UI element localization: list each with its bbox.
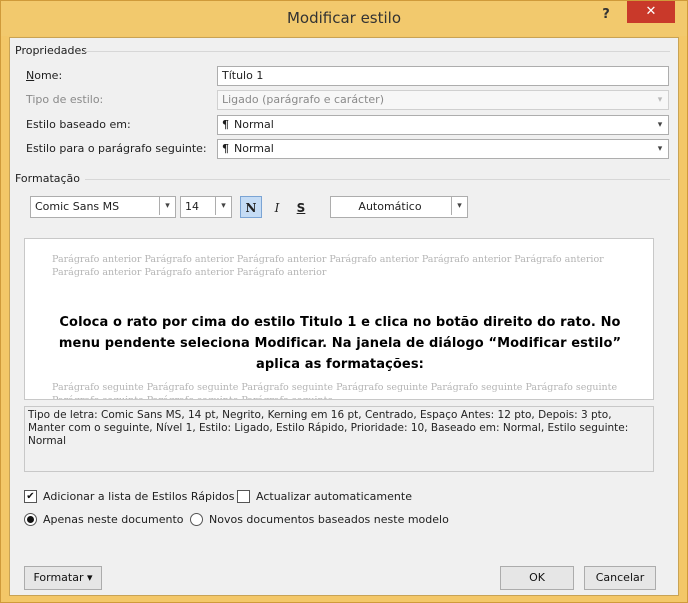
underline-button[interactable]: S: [290, 196, 312, 218]
format-menu-button[interactable]: Formatar ▾: [24, 566, 102, 590]
font-color-select[interactable]: Automático ▾: [330, 196, 468, 218]
radio-selected-dot: [27, 516, 34, 523]
chevron-down-icon: ▾: [215, 197, 231, 215]
next-style-label: Estilo para o parágrafo seguinte:: [26, 142, 207, 155]
auto-update-label: Actualizar automaticamente: [256, 490, 412, 503]
chevron-down-icon: ▾: [451, 197, 467, 215]
style-type-label: Tipo de estilo:: [26, 93, 104, 106]
style-preview: Parágrafo anterior Parágrafo anterior Pa…: [24, 238, 654, 400]
new-documents-label: Novos documentos baseados neste modelo: [209, 513, 449, 526]
only-this-document-label: Apenas neste documento: [43, 513, 184, 526]
style-type-value: Ligado (parágrafo e carácter): [222, 93, 384, 106]
title-bar: Modificar estilo ? ✕: [1, 1, 687, 36]
chevron-down-icon: ▾: [657, 144, 663, 154]
add-quick-styles-checkbox[interactable]: ✔: [24, 490, 37, 503]
font-select[interactable]: Comic Sans MS ▾: [30, 196, 176, 218]
properties-divider: [85, 51, 670, 52]
only-this-document-radio[interactable]: [24, 513, 37, 526]
cancel-button[interactable]: Cancelar: [584, 566, 656, 590]
sample-text: Coloca o rato por cima do estilo Titulo …: [58, 315, 622, 372]
font-color-value: Automático: [358, 200, 422, 213]
chevron-down-icon: ▾: [657, 120, 663, 130]
previous-paragraph-text: Parágrafo anterior Parágrafo anterior Pa…: [52, 254, 604, 278]
help-button[interactable]: ?: [595, 5, 617, 25]
paragraph-icon: ¶: [222, 142, 229, 155]
next-paragraph-text: Parágrafo seguinte Parágrafo seguinte Pa…: [52, 382, 618, 399]
name-label: Nome:: [26, 69, 63, 82]
font-size-value: 14: [185, 200, 199, 213]
style-type-select[interactable]: Ligado (parágrafo e carácter) ▾: [217, 90, 669, 110]
properties-group-label: Propriedades: [15, 44, 87, 57]
based-on-label: Estilo baseado em:: [26, 118, 131, 131]
italic-button[interactable]: I: [266, 196, 288, 218]
formatting-divider: [85, 179, 670, 180]
new-documents-radio[interactable]: [190, 513, 203, 526]
based-on-select[interactable]: ¶ Normal ▾: [217, 115, 669, 135]
paragraph-icon: ¶: [222, 118, 229, 131]
close-button[interactable]: ✕: [627, 1, 675, 23]
style-description: Tipo de letra: Comic Sans MS, 14 pt, Neg…: [24, 406, 654, 472]
formatting-group-label: Formatação: [15, 172, 81, 185]
chevron-down-icon: ▾: [657, 95, 663, 105]
based-on-value: Normal: [234, 118, 274, 131]
font-value: Comic Sans MS: [35, 200, 120, 213]
add-quick-styles-label: Adicionar a lista de Estilos Rápidos: [43, 490, 235, 503]
next-style-value: Normal: [234, 142, 274, 155]
auto-update-checkbox[interactable]: [237, 490, 250, 503]
next-style-select[interactable]: ¶ Normal ▾: [217, 139, 669, 159]
ok-button[interactable]: OK: [500, 566, 574, 590]
chevron-down-icon: ▾: [159, 197, 175, 215]
name-input[interactable]: Título 1: [217, 66, 669, 86]
font-size-select[interactable]: 14 ▾: [180, 196, 232, 218]
bold-button[interactable]: N: [240, 196, 262, 218]
dialog-title: Modificar estilo: [286, 9, 402, 27]
